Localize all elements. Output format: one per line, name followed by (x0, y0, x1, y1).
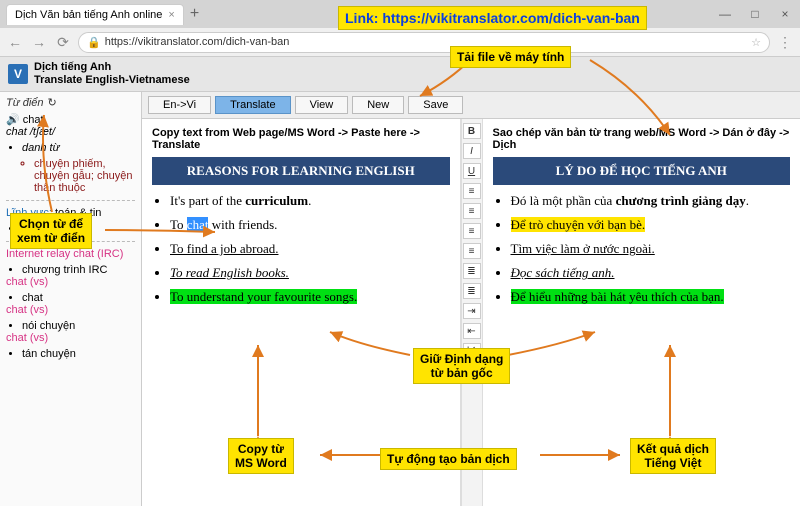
align-center-icon[interactable]: ≡ (463, 203, 481, 219)
close-window-icon[interactable]: × (770, 7, 800, 21)
list-item: To find a job abroad. (170, 241, 450, 257)
callout-auto: Tự động tạo bản dịch (380, 448, 517, 470)
align-left-icon[interactable]: ≡ (463, 183, 481, 199)
close-icon[interactable]: × (168, 9, 174, 21)
unordered-list-icon[interactable]: ≣ (463, 263, 481, 279)
list-item: It's part of the curriculum. (170, 193, 450, 209)
callout-dict: Chọn từ đểxem từ điển (10, 213, 92, 249)
speaker-icon[interactable]: 🔊 (6, 114, 20, 126)
pos-noun: danh từ (22, 142, 135, 154)
reload-icon[interactable]: ⟳ (54, 34, 72, 51)
menu-icon[interactable]: ⋮ (776, 34, 794, 51)
chat-vs-2: chat (vs) (6, 304, 135, 316)
sidebar-dictionary: Từ điển ↻ 🔊 chat chat /tʃæt/ danh từ chu… (0, 92, 142, 506)
ordered-list-icon[interactable]: ≣ (463, 283, 481, 299)
forward-icon[interactable]: → (30, 34, 48, 50)
italic-button[interactable]: I (463, 143, 481, 159)
chat-vs-3: chat (vs) (6, 332, 135, 344)
page-header: V Dịch tiếng Anh Translate English-Vietn… (0, 57, 800, 92)
list-item: Đọc sách tiếng anh. (511, 265, 791, 281)
headword: chat (23, 114, 44, 126)
browser-tab[interactable]: Dịch Văn bản tiếng Anh online × (6, 4, 184, 25)
save-button[interactable]: Save (408, 96, 463, 114)
translate-button[interactable]: Translate (215, 96, 290, 114)
back-icon[interactable]: ← (6, 34, 24, 50)
callout-result: Kết quả dịchTiếng Việt (630, 438, 716, 474)
callout-save: Tải file về máy tính (450, 46, 571, 68)
target-list: Đó là một phần của chương trình giảng dạ… (511, 193, 791, 305)
window-controls: — □ × (710, 7, 800, 21)
indent-icon[interactable]: ⇥ (463, 303, 481, 319)
dict-header: Từ điển ↻ (6, 96, 135, 109)
callout-copy: Copy từMS Word (228, 438, 294, 474)
list-item: Đó là một phần của chương trình giảng dạ… (511, 193, 791, 209)
align-right-icon[interactable]: ≡ (463, 223, 481, 239)
source-list: It's part of the curriculum. To chat wit… (170, 193, 450, 305)
url-text: https://vikitranslator.com/dich-van-ban (105, 36, 290, 48)
page-title: Dịch tiếng Anh Translate English-Vietnam… (34, 61, 190, 87)
list-item: Để trò chuyện với bạn bè. (511, 217, 791, 233)
irc-sense: chương trình IRC (22, 264, 135, 276)
target-hint: Sao chép văn bản từ trang web/MS Word ->… (493, 127, 791, 151)
underline-button[interactable]: U (463, 163, 481, 179)
lock-icon: 🔒 (87, 36, 101, 49)
chat-vs-1: chat (vs) (6, 276, 135, 288)
callout-link: Link: https://vikitranslator.com/dich-va… (338, 6, 647, 30)
list-item: Để hiểu những bài hát yêu thích của bạn. (511, 289, 791, 305)
lang-direction-button[interactable]: En->Vi (148, 96, 211, 114)
url-input[interactable]: 🔒 https://vikitranslator.com/dich-van-ba… (78, 32, 770, 53)
tab-title: Dịch Văn bản tiếng Anh online (15, 9, 162, 21)
new-tab-button[interactable]: + (190, 5, 199, 23)
sense-noun: chuyện phiếm, chuyện gẫu; chuyện thân th… (34, 158, 135, 194)
address-bar: ← → ⟳ 🔒 https://vikitranslator.com/dich-… (0, 28, 800, 56)
minimize-icon[interactable]: — (710, 7, 740, 21)
phonetic: chat /tʃæt/ (6, 126, 55, 138)
bold-button[interactable]: B (463, 123, 481, 139)
selected-word[interactable]: chat (187, 217, 209, 232)
outdent-icon[interactable]: ⇤ (463, 323, 481, 339)
align-justify-icon[interactable]: ≡ (463, 243, 481, 259)
source-title: REASONS FOR LEARNING ENGLISH (152, 157, 450, 185)
source-hint: Copy text from Web page/MS Word -> Paste… (152, 127, 450, 151)
list-item: To read English books. (170, 265, 450, 281)
irc-label: Internet relay chat (IRC) (6, 248, 135, 260)
list-item: To understand your favourite songs. (170, 289, 450, 305)
logo-icon: V (8, 64, 28, 84)
new-button[interactable]: New (352, 96, 404, 114)
list-item: Tìm việc làm ở nước ngoài. (511, 241, 791, 257)
dict-label: Từ điển (6, 97, 44, 109)
list-item: To chat with friends. (170, 217, 450, 233)
maximize-icon[interactable]: □ (740, 7, 770, 21)
refresh-icon[interactable]: ↻ (48, 96, 57, 109)
callout-format: Giữ Định dạngtừ bản gốc (413, 348, 510, 384)
target-title: LÝ DO ĐỂ HỌC TIẾNG ANH (493, 157, 791, 185)
toolbar: En->Vi Translate View New Save (142, 92, 800, 119)
bookmark-icon[interactable]: ☆ (751, 36, 761, 49)
view-button[interactable]: View (295, 96, 349, 114)
